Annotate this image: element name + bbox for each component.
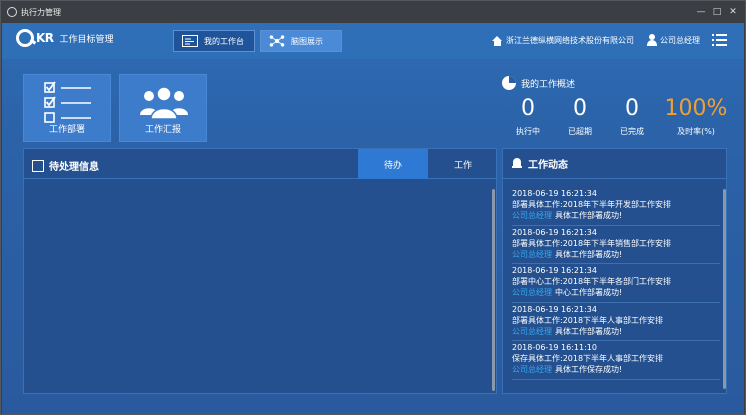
activity-item[interactable]: 2018-06-19 16:21:34 部署具体工作:2018年下半年销售部工作…	[512, 226, 720, 264]
activity-text: 保存具体工作:2018下半年人事部工作安排	[512, 354, 664, 363]
activity-item[interactable]: 2018-06-19 16:21:34 部署具体工作:2018下半年人事部工作安…	[512, 303, 720, 341]
activity-time: 2018-06-19 16:21:34	[512, 227, 597, 237]
logo-kr-text: KR	[36, 31, 54, 45]
main-client-area: KR 工作目标管理 我的工作台 脑图展示 浙江兰德纵横网络技术股份有限公司 公司…	[2, 23, 744, 414]
activity-user-link[interactable]: 公司总经理	[512, 211, 552, 220]
app-name: 工作目标管理	[59, 34, 114, 45]
activity-result: 具体工作保存成功!	[555, 365, 623, 374]
work-overview: 我的工作概述 0 执行中 0 已超期 0 已完成 100% 及时率(%)	[502, 76, 732, 146]
company-info: 浙江兰德纵横网络技术股份有限公司	[492, 35, 634, 46]
activity-result: 具体工作部署成功!	[555, 326, 623, 336]
minimize-icon[interactable]: —	[695, 7, 707, 17]
activity-text: 部署具体工作:2018下半年人事部工作安排	[512, 315, 664, 325]
tab-my-workbench-label: 我的工作台	[204, 36, 244, 46]
activity-user-link[interactable]: 公司总经理	[512, 250, 552, 259]
activity-result: 具体工作部署成功!	[555, 249, 623, 259]
user-name: 公司总经理	[660, 35, 700, 45]
activity-time: 2018-06-19 16:21:34	[512, 189, 597, 198]
app-icon	[7, 7, 17, 17]
activity-text: 部署具体工作:2018年下半年销售部工作安排	[512, 238, 672, 248]
dashboard-icon	[182, 35, 198, 47]
stat-overdue-value: 0	[573, 96, 587, 121]
activity-result: 具体工作部署成功!	[555, 211, 623, 220]
stat-overdue-label: 已超期	[568, 127, 592, 136]
activity-time: 2018-06-19 16:11:10	[512, 343, 597, 352]
tab-work[interactable]: 工作	[428, 149, 498, 179]
bell-icon	[512, 158, 522, 169]
stat-overdue[interactable]: 0 已超期	[560, 96, 600, 137]
user-icon	[647, 34, 657, 46]
pending-panel: 待处理信息 待办 工作	[23, 148, 497, 394]
window-title: 执行力管理	[21, 7, 61, 17]
tab-mindmap-label: 脑图展示	[291, 36, 323, 46]
checklist-icon	[44, 81, 91, 123]
activity-feed: 2018-06-19 16:21:34 部署具体工作:2018年下半年开发部工作…	[512, 187, 720, 380]
activity-time: 2018-06-19 16:21:34	[512, 266, 597, 275]
pie-chart-icon	[502, 76, 516, 90]
tile-work-report-label: 工作汇报	[144, 125, 181, 135]
activity-title: 工作动态	[528, 160, 568, 171]
stat-completed-value: 0	[625, 96, 639, 121]
mindmap-icon	[269, 35, 285, 47]
tab-mindmap[interactable]: 脑图展示	[260, 30, 342, 52]
activity-item[interactable]: 2018-06-19 16:21:34 部署具体工作:2018年下半年开发部工作…	[512, 187, 720, 226]
pending-scrollbar[interactable]	[492, 189, 495, 391]
user-info[interactable]: 公司总经理	[647, 34, 700, 46]
stat-completed[interactable]: 0 已完成	[612, 96, 652, 137]
maximize-icon[interactable]: □	[711, 7, 723, 17]
home-icon	[492, 35, 503, 46]
stat-in-progress-value: 0	[521, 96, 535, 121]
activity-user-link[interactable]: 公司总经理	[512, 365, 552, 374]
close-icon[interactable]: ✕	[727, 7, 739, 17]
menu-icon[interactable]	[712, 34, 727, 46]
activity-item[interactable]: 2018-06-19 16:21:34 部署中心工作:2018年下半年各部门工作…	[512, 264, 720, 303]
activity-item[interactable]: 2018-06-19 16:11:10 保存具体工作:2018下半年人事部工作安…	[512, 341, 720, 380]
tab-todo[interactable]: 待办	[358, 149, 428, 179]
top-navigation-bar: KR 工作目标管理 我的工作台 脑图展示 浙江兰德纵横网络技术股份有限公司 公司…	[2, 23, 744, 59]
app-logo: KR 工作目标管理	[16, 29, 114, 47]
pending-title: 待处理信息	[49, 162, 99, 173]
tile-work-report[interactable]: 工作汇报	[119, 74, 207, 142]
tab-my-workbench[interactable]: 我的工作台	[173, 30, 255, 52]
activity-result: 中心工作部署成功!	[555, 288, 623, 297]
activity-time: 2018-06-19 16:21:34	[512, 304, 597, 314]
title-bar[interactable]: 执行力管理 — □ ✕	[1, 1, 745, 23]
stat-on-time-rate[interactable]: 100% 及时率(%)	[664, 96, 728, 137]
document-icon	[32, 159, 44, 172]
activity-user-link[interactable]: 公司总经理	[512, 327, 552, 336]
activity-text: 部署具体工作:2018年下半年开发部工作安排	[512, 200, 672, 209]
activity-text: 部署中心工作:2018年下半年各部门工作安排	[512, 277, 672, 286]
stat-in-progress[interactable]: 0 执行中	[508, 96, 548, 137]
activity-scrollbar[interactable]	[723, 189, 726, 389]
group-icon	[140, 86, 188, 120]
overview-title: 我的工作概述	[521, 79, 576, 90]
stat-in-progress-label: 执行中	[516, 127, 540, 136]
stat-on-time-rate-value: 100%	[664, 96, 728, 121]
tile-work-deploy-label: 工作部署	[48, 125, 85, 135]
stat-on-time-rate-label: 及时率(%)	[677, 127, 715, 136]
app-window: 执行力管理 — □ ✕ KR 工作目标管理 我的工作台 脑图展示 浙江兰德纵横网…	[0, 0, 746, 415]
company-name: 浙江兰德纵横网络技术股份有限公司	[506, 36, 634, 45]
stat-completed-label: 已完成	[620, 127, 644, 136]
activity-user-link[interactable]: 公司总经理	[512, 288, 552, 297]
okr-logo-icon	[16, 29, 34, 47]
activity-panel: 工作动态 2018-06-19 16:21:34 部署具体工作:2018年下半年…	[502, 148, 727, 394]
tile-work-deploy[interactable]: 工作部署	[23, 74, 111, 142]
